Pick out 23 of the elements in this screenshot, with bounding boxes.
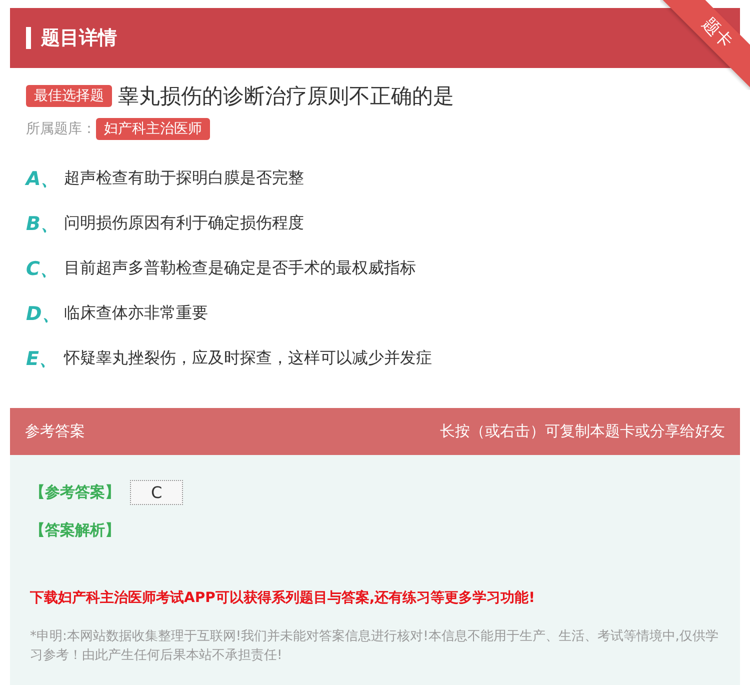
option-letter: C、 xyxy=(26,256,60,282)
title-marker xyxy=(26,27,31,49)
option-letter: E、 xyxy=(26,346,59,372)
app-promo-text: 下载妇产科主治医师考试APP可以获得系列题目与答案,还有练习等更多学习功能! xyxy=(30,589,536,607)
option-text: 问明损伤原因有利于确定损伤程度 xyxy=(64,213,304,234)
answer-value: C xyxy=(130,480,184,504)
option-letter: A、 xyxy=(26,166,61,192)
option-text: 超声检查有助于探明白膜是否完整 xyxy=(64,168,304,189)
library-label: 所属题库： xyxy=(26,120,96,138)
disclaimer-text: *申明:本网站数据收集整理于互联网!我们并未能对答案信息进行核对!本信息不能用于生产、生活、考试等情境中,仅供学习参考！由此产生任何后果本站不承担责任! xyxy=(30,628,720,665)
answer-label: 【参考答案】 xyxy=(30,482,120,502)
share-hint: 长按（或右击）可复制本题卡或分享给好友 xyxy=(440,422,725,441)
analysis-label: 【答案解析】 xyxy=(30,520,120,540)
option-text: 怀疑睾丸挫裂伤，应及时探查，这样可以减少并发症 xyxy=(64,348,432,369)
option-text: 目前超声多普勒检查是确定是否手术的最权威指标 xyxy=(64,258,416,279)
question-type-badge: 最佳选择题 xyxy=(26,85,112,107)
library-tag[interactable]: 妇产科主治医师 xyxy=(96,118,210,140)
page-title: 题目详情 xyxy=(41,26,117,51)
option-letter: B、 xyxy=(26,212,60,236)
option-letter: D、 xyxy=(26,302,62,326)
answer-section-title: 参考答案 xyxy=(25,422,85,441)
question-text: 睾丸损伤的诊断治疗原则不正确的是 xyxy=(118,83,454,110)
option-text: 临床查体亦非常重要 xyxy=(64,303,208,324)
